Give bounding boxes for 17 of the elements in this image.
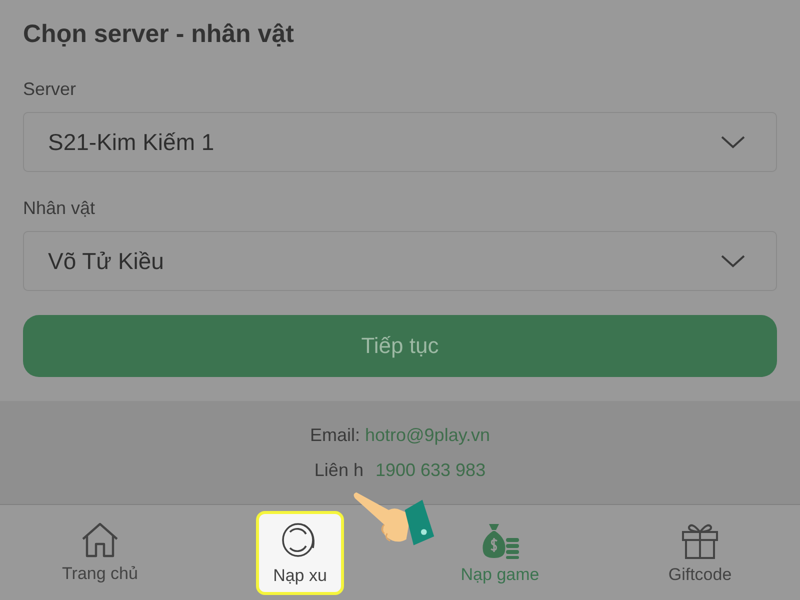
nav-tab[interactable]: Trang chủ <box>45 512 155 592</box>
phone-link[interactable]: 1900 633 983 <box>375 460 486 480</box>
nav-tab[interactable]: Nạp game <box>444 512 556 594</box>
home-icon <box>80 522 120 558</box>
email-link[interactable]: hotro@9play.vn <box>365 424 490 444</box>
email-label: Email: <box>310 424 360 444</box>
field-label: Server <box>23 79 78 100</box>
field-label: Nhân vật <box>23 198 96 219</box>
chevron-down-icon <box>720 134 746 150</box>
chevron-down-icon <box>720 253 746 269</box>
nav-tab[interactable]: Nạp xu <box>256 510 344 594</box>
nav-tab[interactable]: Giftcode <box>651 512 749 594</box>
select-field[interactable]: S21-Kim Kiếm 1 <box>23 112 777 172</box>
page-title: Chọn server - nhân vật <box>23 20 295 49</box>
select-field[interactable]: Võ Tử Kiều <box>23 231 777 291</box>
continue-button[interactable]: Tiếp tục <box>23 315 777 377</box>
phone-label: Liên h <box>314 460 364 480</box>
